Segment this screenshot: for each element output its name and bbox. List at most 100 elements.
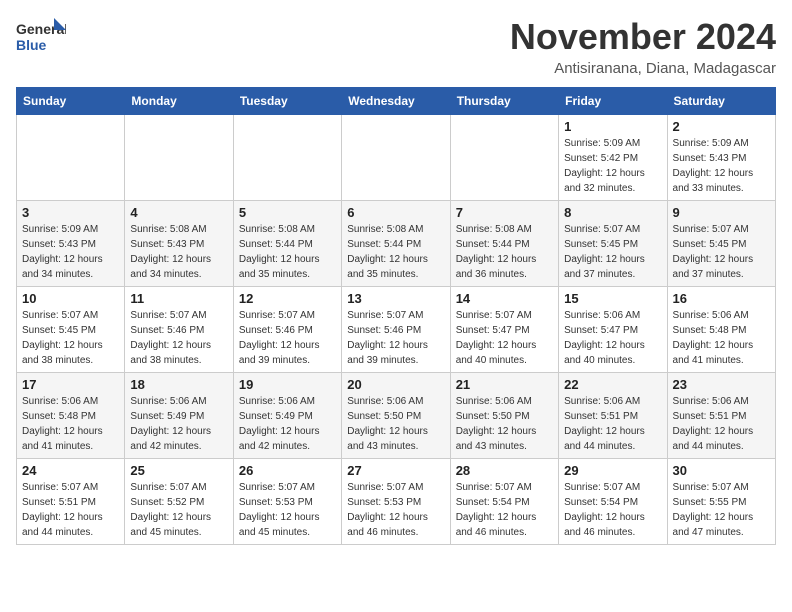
empty-day [450,115,558,201]
day-info: Sunrise: 5:06 AM Sunset: 5:48 PM Dayligh… [22,394,119,454]
svg-text:Blue: Blue [16,37,47,53]
day-info: Sunrise: 5:08 AM Sunset: 5:44 PM Dayligh… [456,222,553,282]
calendar-day-19: 19 Sunrise: 5:06 AM Sunset: 5:49 PM Dayli… [233,373,341,459]
calendar-day-17: 17 Sunrise: 5:06 AM Sunset: 5:48 PM Dayli… [17,373,125,459]
day-info: Sunrise: 5:07 AM Sunset: 5:45 PM Dayligh… [673,222,770,282]
calendar-day-9: 9Sunrise: 5:07 AM Sunset: 5:45 PM Daylig… [667,201,775,287]
calendar-day-10: 10Sunrise: 5:07 AM Sunset: 5:45 PM Dayli… [17,287,125,373]
day-info: Sunrise: 5:06 AM Sunset: 5:49 PM Dayligh… [239,394,336,454]
calendar-day-23: 23 Sunrise: 5:06 AM Sunset: 5:51 PM Dayli… [667,373,775,459]
calendar-day-15: 15Sunrise: 5:06 AM Sunset: 5:47 PM Dayli… [559,287,667,373]
calendar-day-16: 16Sunrise: 5:06 AM Sunset: 5:48 PM Dayli… [667,287,775,373]
day-number: 4 [130,205,227,220]
weekday-wednesday: Wednesday [342,88,450,115]
day-info: Sunrise: 5:06 AM Sunset: 5:50 PM Dayligh… [347,394,444,454]
day-number: 7 [456,205,553,220]
day-number: 19 [239,377,336,392]
calendar-day-7: 7 Sunrise: 5:08 AM Sunset: 5:44 PM Daylig… [450,201,558,287]
calendar-day-13: 13Sunrise: 5:07 AM Sunset: 5:46 PM Dayli… [342,287,450,373]
day-number: 6 [347,205,444,220]
day-number: 25 [130,463,227,478]
calendar-day-26: 26 Sunrise: 5:07 AM Sunset: 5:53 PM Dayli… [233,459,341,545]
calendar-day-28: 28 Sunrise: 5:07 AM Sunset: 5:54 PM Dayli… [450,459,558,545]
day-number: 13 [347,291,444,306]
calendar-day-11: 11 Sunrise: 5:07 AM Sunset: 5:46 PM Dayli… [125,287,233,373]
weekday-tuesday: Tuesday [233,88,341,115]
calendar-week-1: 1 Sunrise: 5:09 AM Sunset: 5:42 PM Daylig… [17,115,776,201]
day-number: 12 [239,291,336,306]
day-number: 2 [673,119,770,134]
calendar-day-30: 30Sunrise: 5:07 AM Sunset: 5:55 PM Dayli… [667,459,775,545]
day-number: 27 [347,463,444,478]
calendar-day-18: 18 Sunrise: 5:06 AM Sunset: 5:49 PM Dayli… [125,373,233,459]
day-info: Sunrise: 5:07 AM Sunset: 5:54 PM Dayligh… [456,480,553,540]
location-title: Antisiranana, Diana, Madagascar [510,60,776,77]
empty-day [17,115,125,201]
empty-day [125,115,233,201]
calendar-day-27: 27Sunrise: 5:07 AM Sunset: 5:53 PM Dayli… [342,459,450,545]
calendar-day-14: 14 Sunrise: 5:07 AM Sunset: 5:47 PM Dayli… [450,287,558,373]
calendar-day-21: 21 Sunrise: 5:06 AM Sunset: 5:50 PM Dayli… [450,373,558,459]
calendar-week-4: 17 Sunrise: 5:06 AM Sunset: 5:48 PM Dayli… [17,373,776,459]
page-header: GeneralBlue November 2024 Antisiranana, … [16,16,776,77]
calendar-day-5: 5 Sunrise: 5:08 AM Sunset: 5:44 PM Daylig… [233,201,341,287]
calendar-day-29: 29Sunrise: 5:07 AM Sunset: 5:54 PM Dayli… [559,459,667,545]
day-number: 20 [347,377,444,392]
calendar-day-4: 4 Sunrise: 5:08 AM Sunset: 5:43 PM Daylig… [125,201,233,287]
day-info: Sunrise: 5:09 AM Sunset: 5:42 PM Dayligh… [564,136,661,196]
day-number: 5 [239,205,336,220]
day-info: Sunrise: 5:09 AM Sunset: 5:43 PM Dayligh… [673,136,770,196]
logo: GeneralBlue [16,16,66,56]
day-info: Sunrise: 5:07 AM Sunset: 5:53 PM Dayligh… [239,480,336,540]
day-info: Sunrise: 5:07 AM Sunset: 5:51 PM Dayligh… [22,480,119,540]
day-info: Sunrise: 5:07 AM Sunset: 5:52 PM Dayligh… [130,480,227,540]
day-info: Sunrise: 5:07 AM Sunset: 5:47 PM Dayligh… [456,308,553,368]
day-number: 23 [673,377,770,392]
day-number: 24 [22,463,119,478]
weekday-header-row: SundayMondayTuesdayWednesdayThursdayFrid… [17,88,776,115]
logo-svg: GeneralBlue [16,16,66,56]
weekday-sunday: Sunday [17,88,125,115]
day-number: 10 [22,291,119,306]
weekday-monday: Monday [125,88,233,115]
calendar-day-8: 8 Sunrise: 5:07 AM Sunset: 5:45 PM Daylig… [559,201,667,287]
day-number: 11 [130,291,227,306]
day-info: Sunrise: 5:08 AM Sunset: 5:43 PM Dayligh… [130,222,227,282]
calendar-week-2: 3Sunrise: 5:09 AM Sunset: 5:43 PM Daylig… [17,201,776,287]
day-info: Sunrise: 5:07 AM Sunset: 5:45 PM Dayligh… [564,222,661,282]
day-info: Sunrise: 5:06 AM Sunset: 5:47 PM Dayligh… [564,308,661,368]
day-number: 1 [564,119,661,134]
day-info: Sunrise: 5:07 AM Sunset: 5:46 PM Dayligh… [130,308,227,368]
day-number: 3 [22,205,119,220]
calendar-day-3: 3Sunrise: 5:09 AM Sunset: 5:43 PM Daylig… [17,201,125,287]
day-info: Sunrise: 5:08 AM Sunset: 5:44 PM Dayligh… [239,222,336,282]
day-info: Sunrise: 5:07 AM Sunset: 5:54 PM Dayligh… [564,480,661,540]
empty-day [342,115,450,201]
calendar-week-5: 24 Sunrise: 5:07 AM Sunset: 5:51 PM Dayli… [17,459,776,545]
weekday-friday: Friday [559,88,667,115]
day-info: Sunrise: 5:06 AM Sunset: 5:51 PM Dayligh… [564,394,661,454]
day-number: 28 [456,463,553,478]
day-number: 14 [456,291,553,306]
calendar-day-24: 24 Sunrise: 5:07 AM Sunset: 5:51 PM Dayli… [17,459,125,545]
calendar-day-2: 2 Sunrise: 5:09 AM Sunset: 5:43 PM Daylig… [667,115,775,201]
weekday-saturday: Saturday [667,88,775,115]
day-number: 8 [564,205,661,220]
day-number: 17 [22,377,119,392]
calendar-table: SundayMondayTuesdayWednesdayThursdayFrid… [16,87,776,545]
month-title: November 2024 [510,16,776,58]
calendar-week-3: 10Sunrise: 5:07 AM Sunset: 5:45 PM Dayli… [17,287,776,373]
day-info: Sunrise: 5:06 AM Sunset: 5:49 PM Dayligh… [130,394,227,454]
day-number: 18 [130,377,227,392]
day-number: 22 [564,377,661,392]
day-info: Sunrise: 5:07 AM Sunset: 5:46 PM Dayligh… [239,308,336,368]
calendar-day-12: 12 Sunrise: 5:07 AM Sunset: 5:46 PM Dayli… [233,287,341,373]
calendar-day-1: 1 Sunrise: 5:09 AM Sunset: 5:42 PM Daylig… [559,115,667,201]
calendar-day-6: 6Sunrise: 5:08 AM Sunset: 5:44 PM Daylig… [342,201,450,287]
day-info: Sunrise: 5:06 AM Sunset: 5:51 PM Dayligh… [673,394,770,454]
calendar-day-22: 22 Sunrise: 5:06 AM Sunset: 5:51 PM Dayli… [559,373,667,459]
day-number: 26 [239,463,336,478]
day-info: Sunrise: 5:07 AM Sunset: 5:55 PM Dayligh… [673,480,770,540]
day-number: 21 [456,377,553,392]
day-info: Sunrise: 5:06 AM Sunset: 5:50 PM Dayligh… [456,394,553,454]
